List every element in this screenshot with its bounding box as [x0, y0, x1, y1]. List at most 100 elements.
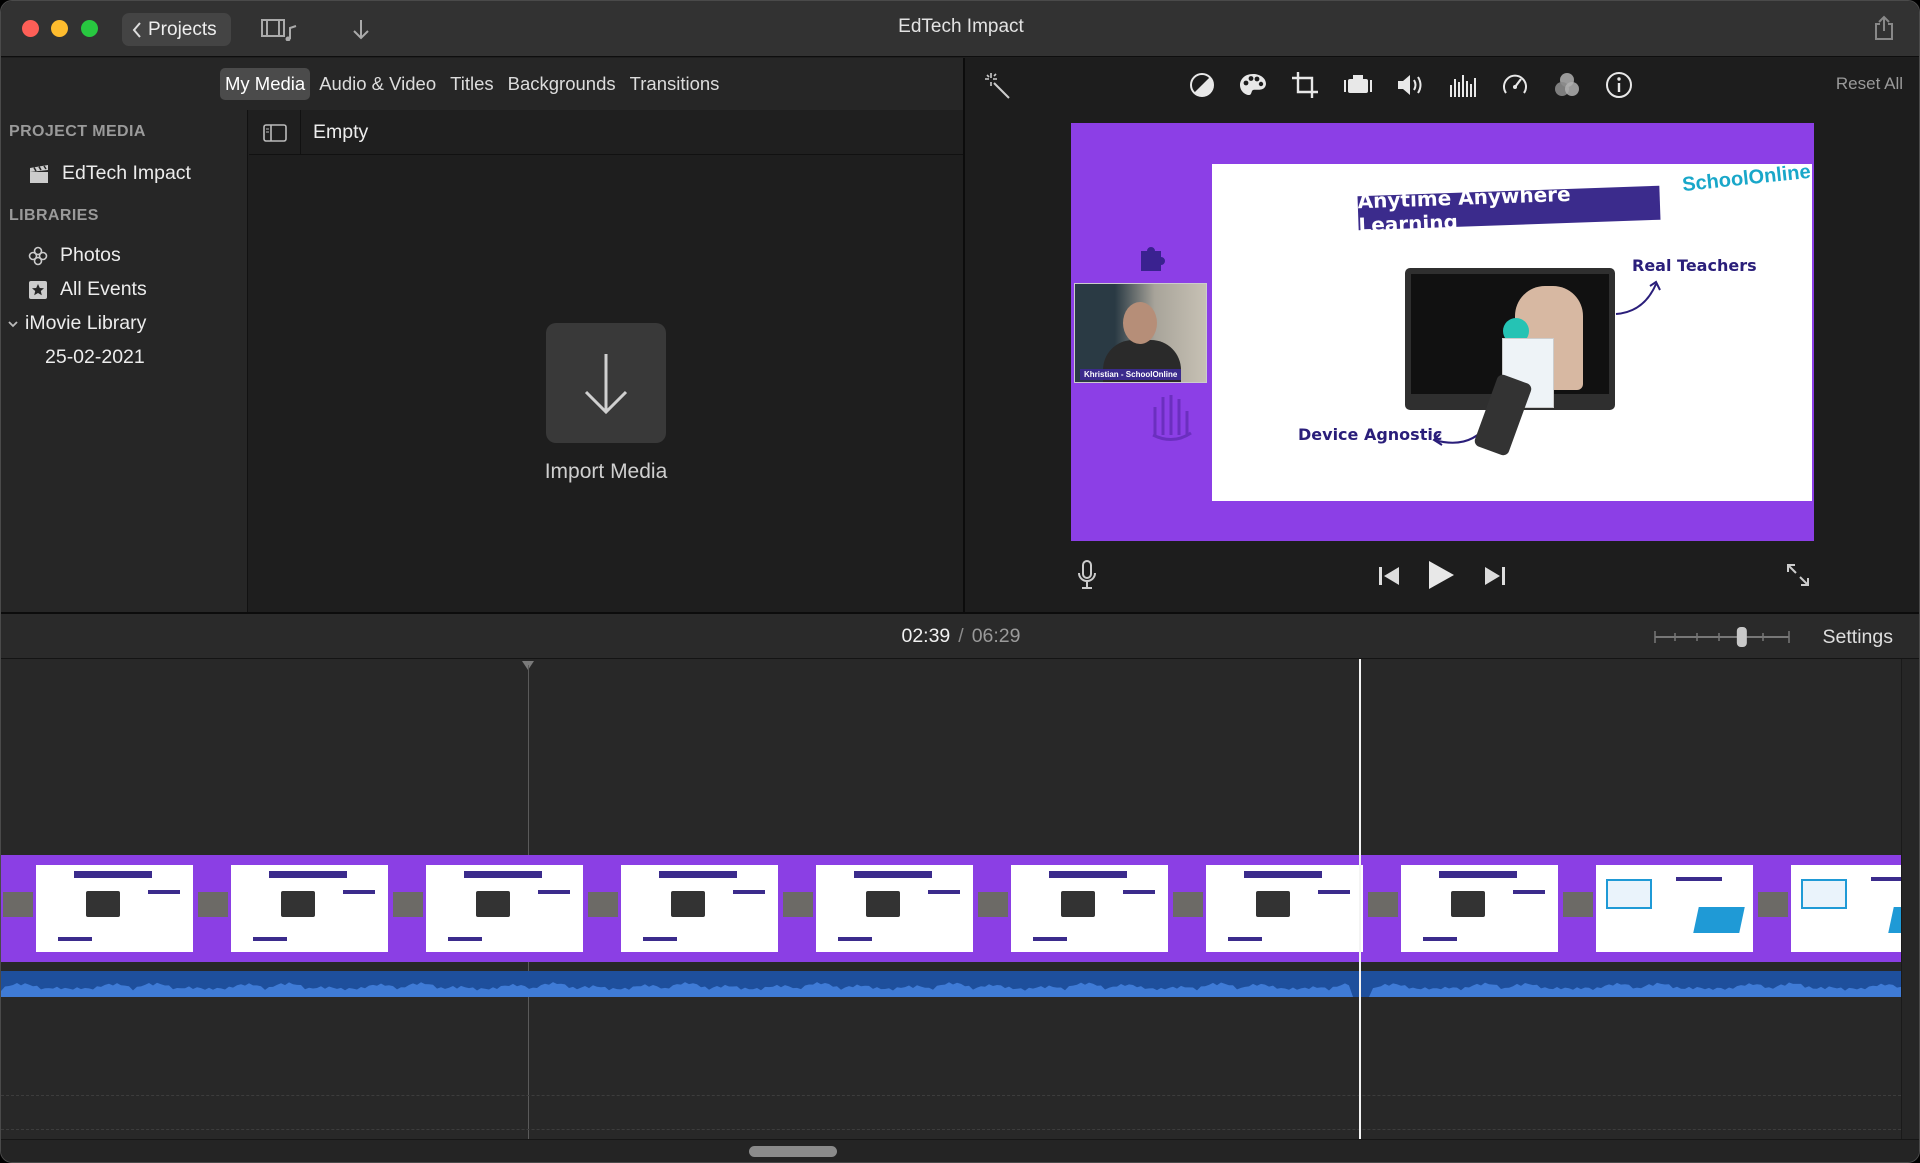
share-icon — [1875, 15, 1893, 40]
clip-webcam-thumbnail — [1173, 892, 1203, 917]
playback-controls — [965, 540, 1919, 612]
info-icon — [1606, 72, 1632, 98]
skip-forward-icon — [1485, 567, 1505, 585]
equalizer-icon — [1450, 75, 1476, 97]
total-time: 06:29 — [971, 625, 1021, 647]
reset-all-button[interactable]: Reset All — [1836, 74, 1903, 94]
timeline-header: 02:39 / 06:29 Settings — [1, 614, 1919, 659]
zoom-slider-knob[interactable] — [1736, 627, 1747, 647]
clip-frame-thumbnail — [1791, 865, 1901, 952]
sidebar-item-photos[interactable]: Photos — [28, 244, 121, 267]
clip-webcam-thumbnail — [588, 892, 618, 917]
browser-header: Empty — [249, 110, 963, 155]
clip-webcam-thumbnail — [1758, 892, 1788, 917]
audio-waveform[interactable] — [1, 971, 1901, 997]
clip-filter-icon — [1555, 73, 1579, 96]
color-balance-button[interactable] — [1187, 70, 1217, 100]
clip-webcam-thumbnail — [393, 892, 423, 917]
media-tab-bar: My Media Audio & Video Titles Background… — [1, 58, 963, 110]
sidebar-item-label: EdTech Impact — [62, 162, 191, 184]
clip-frame-thumbnail — [1401, 865, 1558, 952]
clip-webcam-thumbnail — [783, 892, 813, 917]
play-button[interactable] — [1423, 556, 1459, 594]
toggle-sidebar-button[interactable] — [249, 110, 301, 155]
tab-audio-video[interactable]: Audio & Video — [314, 68, 441, 100]
puzzle-decoration-icon — [1141, 247, 1165, 271]
playhead[interactable] — [1359, 659, 1361, 1139]
tab-transitions[interactable]: Transitions — [625, 68, 725, 100]
clip-frame-thumbnail — [1206, 865, 1363, 952]
skip-back-button[interactable] — [1375, 562, 1403, 590]
clip-frame-thumbnail — [36, 865, 193, 952]
clip-frame-thumbnail — [231, 865, 388, 952]
disclosure-chevron-icon[interactable] — [7, 318, 19, 330]
volume-icon — [1398, 75, 1422, 95]
waveform-graphic — [1, 982, 1901, 997]
clip-frame-thumbnail — [621, 865, 778, 952]
photos-icon — [28, 246, 48, 265]
tab-backgrounds[interactable]: Backgrounds — [503, 68, 621, 100]
timeline-settings-button[interactable]: Settings — [1823, 626, 1893, 649]
microphone-icon — [1078, 560, 1096, 589]
star-icon — [29, 280, 47, 299]
clip-frame-thumbnail — [816, 865, 973, 952]
skip-back-icon — [1379, 567, 1399, 585]
clip-webcam-thumbnail — [198, 892, 228, 917]
schoolonline-logo: SchoolOnline — [1681, 161, 1811, 197]
webcam-overlay: Khristian - SchoolOnline — [1074, 283, 1207, 383]
label-device-agnostic: Device Agnostic — [1298, 425, 1443, 444]
webcam-name-tag: Khristian - SchoolOnline — [1080, 369, 1182, 380]
hand-decoration-icon — [1152, 395, 1192, 441]
skip-forward-button[interactable] — [1481, 562, 1509, 590]
crop-icon — [1292, 72, 1318, 98]
library-sidebar: PROJECT MEDIA EdTech Impact LIBRARIES Ph… — [1, 110, 248, 612]
voiceover-button[interactable] — [1075, 558, 1099, 592]
equalizer-button[interactable] — [1447, 70, 1477, 100]
libraries-header: LIBRARIES — [9, 207, 99, 224]
speed-button[interactable] — [1500, 70, 1530, 100]
timeline-vertical-scrollbar[interactable] — [1901, 659, 1919, 1139]
project-media-header: PROJECT MEDIA — [9, 123, 146, 140]
clip-webcam-thumbnail — [1563, 892, 1593, 917]
clip-webcam-thumbnail — [1368, 892, 1398, 917]
zoom-slider-track — [1654, 627, 1790, 647]
track-guide — [1, 1095, 1901, 1096]
sidebar-item-all-events[interactable]: All Events — [28, 278, 147, 301]
title-bar: Projects EdTech Impact — [1, 1, 1919, 57]
fullscreen-button[interactable] — [1783, 560, 1813, 590]
crop-button[interactable] — [1290, 70, 1320, 100]
color-correction-icon — [1240, 74, 1266, 95]
clip-webcam-thumbnail — [978, 892, 1008, 917]
logo-line-2: Online — [1747, 160, 1812, 190]
sidebar-item-label: 25-02-2021 — [45, 346, 145, 368]
import-media-label[interactable]: Import Media — [249, 460, 963, 484]
import-media-button[interactable] — [546, 323, 666, 443]
sidebar-item-project[interactable]: EdTech Impact — [28, 162, 191, 185]
tab-titles[interactable]: Titles — [445, 68, 499, 100]
logo-line-1: School — [1681, 167, 1750, 197]
sidebar-item-imovie-library[interactable]: iMovie Library — [7, 312, 146, 335]
video-clip[interactable] — [1, 855, 1901, 962]
viewer-pane: Reset All Anytime Anywhere Learning Scho… — [965, 58, 1919, 612]
timecode-separator: / — [958, 625, 964, 647]
share-button[interactable] — [1873, 15, 1895, 46]
track-guide — [1, 1129, 1901, 1130]
color-correction-button[interactable] — [1238, 70, 1268, 100]
timeline-zoom-slider[interactable] — [1653, 626, 1791, 648]
info-button[interactable] — [1604, 70, 1634, 100]
sidebar-item-event-date[interactable]: 25-02-2021 — [45, 346, 145, 369]
tab-my-media[interactable]: My Media — [220, 68, 311, 100]
video-preview[interactable]: Anytime Anywhere Learning SchoolOnline R… — [1071, 123, 1814, 541]
speed-icon — [1503, 74, 1527, 94]
clip-filter-button[interactable] — [1552, 70, 1582, 100]
slide-content: Anytime Anywhere Learning SchoolOnline R… — [1212, 161, 1812, 501]
stabilization-button[interactable] — [1343, 70, 1373, 100]
slide-title: Anytime Anywhere Learning — [1357, 182, 1661, 237]
enhance-button[interactable] — [983, 70, 1013, 100]
timecode-display: 02:39 / 06:29 — [1, 625, 1919, 648]
scrollbar-thumb[interactable] — [749, 1146, 837, 1157]
timeline[interactable] — [1, 659, 1901, 1139]
media-browser: Empty Import Media — [249, 110, 963, 612]
timeline-horizontal-scrollbar[interactable] — [1, 1139, 1919, 1162]
volume-button[interactable] — [1395, 70, 1425, 100]
